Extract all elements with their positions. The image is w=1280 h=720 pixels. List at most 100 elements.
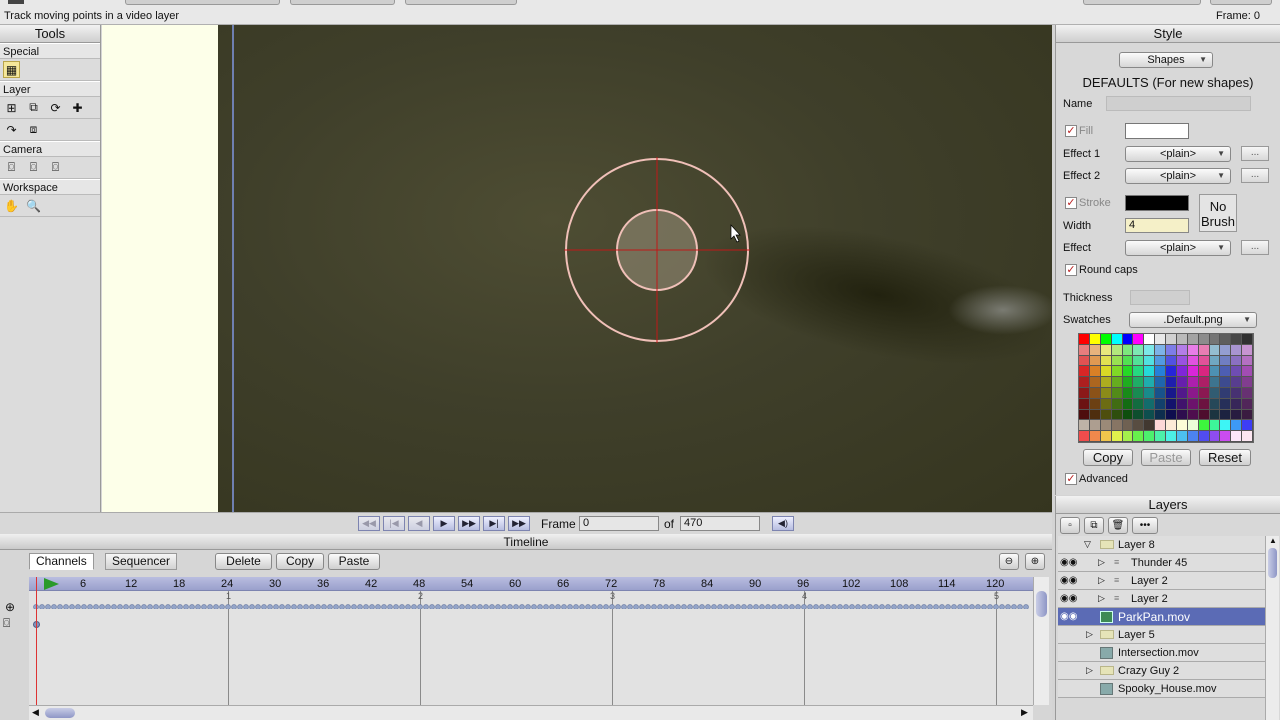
color-swatch[interactable]	[1187, 388, 1199, 399]
copy-key-button[interactable]: Copy	[276, 553, 324, 570]
color-swatch[interactable]	[1242, 420, 1253, 432]
color-swatch[interactable]	[1133, 377, 1145, 388]
color-swatch[interactable]	[1242, 344, 1253, 356]
color-swatch[interactable]	[1198, 431, 1210, 442]
color-swatch[interactable]	[1111, 431, 1123, 442]
color-swatch[interactable]	[1209, 388, 1221, 399]
magnifier-icon[interactable]: 🔍	[25, 197, 42, 214]
color-swatch[interactable]	[1209, 398, 1221, 410]
tracker-overlay[interactable]	[218, 25, 1052, 512]
color-swatch[interactable]	[1144, 398, 1156, 410]
channel-area[interactable]: 1 2 3 4 5	[29, 591, 1033, 705]
layer-row[interactable]: ◉◉ ▷ ≡ Thunder 45	[1058, 554, 1276, 572]
color-swatch[interactable]	[1198, 355, 1210, 367]
color-swatch[interactable]	[1089, 420, 1101, 432]
scroll-right-icon[interactable]: ▶	[1021, 707, 1028, 718]
color-swatch[interactable]	[1144, 388, 1156, 399]
color-swatch[interactable]	[1166, 355, 1177, 367]
layer-row-selected[interactable]: ◉◉ ParkPan.mov	[1058, 608, 1276, 626]
color-swatch[interactable]	[1187, 398, 1199, 410]
frame-ruler[interactable]: 6 12 18 24 30 36 42 48 54 60 66 72 78 84…	[29, 577, 1033, 591]
color-swatch[interactable]	[1231, 431, 1243, 442]
color-swatch[interactable]	[1122, 366, 1134, 378]
color-swatch[interactable]	[1242, 388, 1253, 399]
frame-input[interactable]: 0	[579, 516, 659, 531]
color-swatch[interactable]	[1231, 377, 1243, 388]
color-swatch[interactable]	[1144, 377, 1156, 388]
trash-icon[interactable]: 🗑	[1108, 517, 1128, 534]
zoom-in-icon[interactable]: ⊕	[1025, 553, 1045, 570]
color-swatch[interactable]	[1155, 344, 1166, 356]
color-swatch[interactable]	[1198, 334, 1210, 345]
color-swatch[interactable]	[1079, 334, 1090, 345]
layers-vscroll[interactable]: ▲	[1265, 536, 1279, 720]
layer-row[interactable]: Spooky_House.mov	[1058, 680, 1276, 698]
duplicate-layer-icon[interactable]: ⧉	[1084, 517, 1104, 534]
color-swatch[interactable]	[1144, 355, 1156, 367]
color-swatch[interactable]	[1176, 409, 1188, 421]
color-swatch[interactable]	[1209, 431, 1221, 442]
color-swatch[interactable]	[1231, 355, 1243, 367]
width-input[interactable]: 4	[1125, 218, 1189, 233]
more-icon[interactable]: •••	[1132, 517, 1158, 534]
color-swatch[interactable]	[1220, 377, 1232, 388]
roll-camera-icon[interactable]: ⌼	[47, 159, 64, 176]
copy-style-button[interactable]: Copy	[1083, 449, 1133, 466]
set-origin-icon[interactable]: ✚	[69, 99, 86, 116]
color-swatch[interactable]	[1155, 334, 1166, 345]
color-swatch[interactable]	[1166, 398, 1177, 410]
effect1-more-button[interactable]: ...	[1241, 146, 1269, 161]
color-swatch[interactable]	[1242, 334, 1253, 345]
vscroll-thumb[interactable]	[1036, 591, 1047, 617]
color-swatch[interactable]	[1144, 409, 1156, 421]
color-swatch[interactable]	[1242, 409, 1253, 421]
new-layer-icon[interactable]: ▫	[1060, 517, 1080, 534]
color-swatch[interactable]	[1100, 420, 1112, 432]
layer-row[interactable]: ▷ Crazy Guy 2	[1058, 662, 1276, 680]
audio-icon[interactable]: ◀)	[772, 516, 794, 531]
channel-all-icon[interactable]: ⊕	[5, 600, 15, 614]
color-swatch[interactable]	[1079, 431, 1090, 442]
color-swatch[interactable]	[1079, 409, 1090, 421]
color-swatch[interactable]	[1089, 377, 1101, 388]
color-swatch[interactable]	[1242, 377, 1253, 388]
color-swatch[interactable]	[1166, 334, 1177, 345]
no-brush-button[interactable]: No Brush	[1199, 194, 1237, 232]
color-swatch[interactable]	[1166, 420, 1177, 432]
tab-channels[interactable]: Channels	[29, 553, 94, 570]
collapse-icon[interactable]: ▽	[1084, 539, 1091, 550]
expand-icon[interactable]: ▷	[1098, 557, 1105, 568]
timeline-hscroll[interactable]: ◀ ▶	[29, 705, 1033, 720]
color-swatch[interactable]	[1133, 420, 1145, 432]
play-icon[interactable]: ▶	[433, 516, 455, 531]
step-back-icon[interactable]: ◀	[408, 516, 430, 531]
color-swatch[interactable]	[1089, 388, 1101, 399]
color-swatch[interactable]	[1209, 344, 1221, 356]
color-swatch[interactable]	[1079, 344, 1090, 356]
color-swatch[interactable]	[1209, 420, 1221, 432]
color-swatch[interactable]	[1209, 409, 1221, 421]
color-swatch[interactable]	[1198, 377, 1210, 388]
color-swatch[interactable]	[1155, 377, 1166, 388]
color-swatch[interactable]	[1100, 334, 1112, 345]
color-swatch[interactable]	[1209, 355, 1221, 367]
color-swatch[interactable]	[1166, 409, 1177, 421]
color-swatch[interactable]	[1187, 377, 1199, 388]
eye-icon[interactable]: ◉◉	[1060, 593, 1077, 605]
eye-icon[interactable]: ◉◉	[1060, 557, 1077, 569]
expand-icon[interactable]: ▷	[1086, 629, 1093, 640]
rotate-layer-icon[interactable]: ⟳	[47, 99, 64, 116]
timeline-vscroll[interactable]	[1033, 577, 1049, 705]
follow-path-icon[interactable]: ↷	[3, 121, 20, 138]
color-swatch[interactable]	[1133, 388, 1145, 399]
reset-style-button[interactable]: Reset	[1199, 449, 1251, 466]
color-swatch[interactable]	[1198, 344, 1210, 356]
color-swatch[interactable]	[1089, 431, 1101, 442]
color-swatch[interactable]	[1198, 409, 1210, 421]
color-swatch[interactable]	[1187, 355, 1199, 367]
color-swatch[interactable]	[1176, 377, 1188, 388]
track-video-icon[interactable]: ▦	[3, 61, 20, 78]
color-swatch[interactable]	[1220, 344, 1232, 356]
color-swatch[interactable]	[1155, 388, 1166, 399]
rewind-icon[interactable]: ◀◀	[358, 516, 380, 531]
